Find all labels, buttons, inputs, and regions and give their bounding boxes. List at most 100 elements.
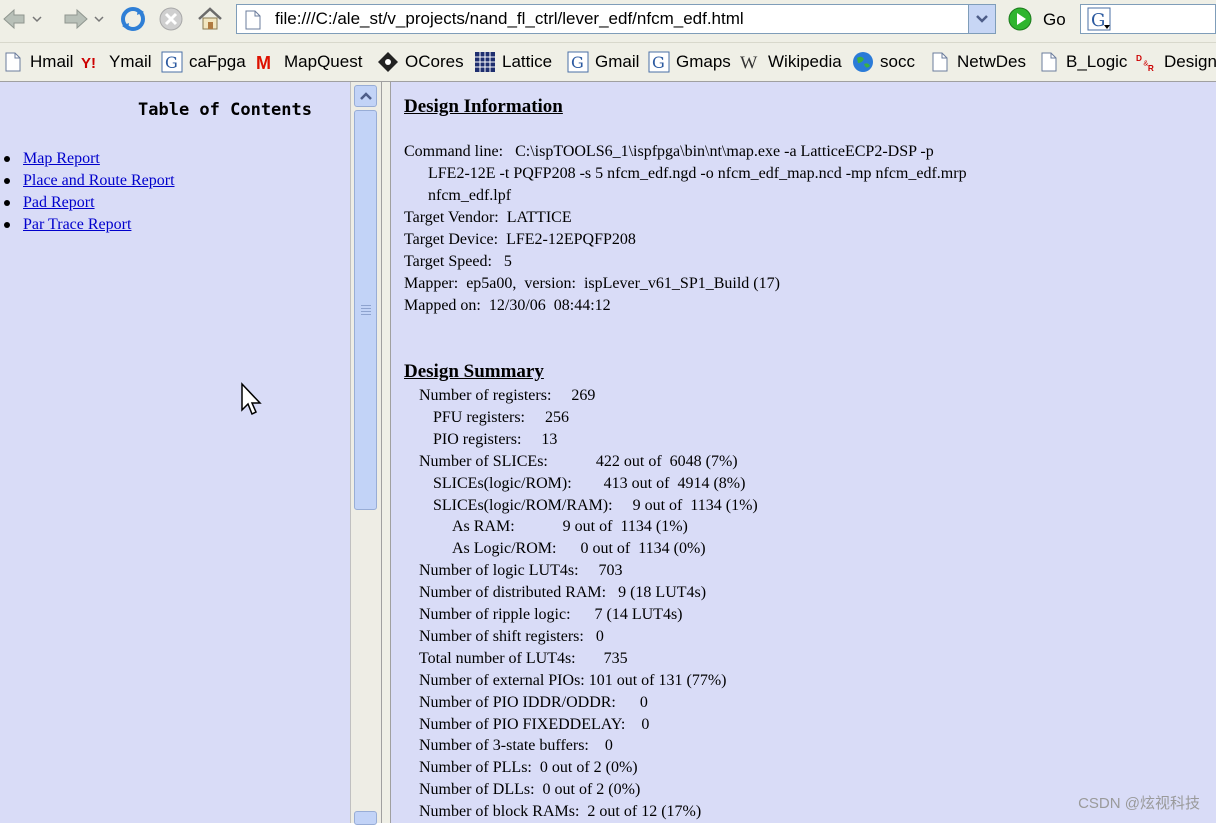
- bookmark-cafpga[interactable]: G caFpga: [161, 51, 246, 73]
- summary-row: Number of DLLs: 0 out of 2 (0%): [419, 781, 641, 799]
- google-search-icon[interactable]: G: [1087, 7, 1111, 31]
- chevron-down-icon: [976, 15, 988, 23]
- svg-text:D: D: [1136, 54, 1142, 63]
- google-icon: G: [161, 51, 183, 73]
- svg-text:Y!: Y!: [81, 55, 96, 70]
- summary-row: Number of logic LUT4s: 703: [419, 562, 623, 580]
- bookmark-gmail[interactable]: G Gmail: [567, 51, 639, 73]
- home-icon: [198, 7, 222, 30]
- command-line: Command line: C:\ispTOOLS6_1\ispfpga\bin…: [404, 143, 934, 160]
- svg-text:G: G: [571, 53, 584, 72]
- page-icon: [1038, 51, 1060, 73]
- target-vendor: Target Vendor: LATTICE: [404, 209, 572, 226]
- bullet-icon: [4, 222, 10, 228]
- report-frame: Design Information Command line: C:\ispT…: [391, 82, 1216, 823]
- reload-icon: [121, 7, 145, 31]
- bookmark-ocores[interactable]: OCores: [377, 51, 464, 73]
- reload-button[interactable]: [119, 5, 147, 33]
- watermark: CSDN @炫视科技: [1078, 795, 1200, 812]
- toc-item: Pad Report: [4, 192, 175, 214]
- bookmark-gmaps[interactable]: G Gmaps: [648, 51, 731, 73]
- summary-row: SLICEs(logic/ROM): 413 out of 4914 (8%): [433, 474, 746, 492]
- toc-link-par-trace-report[interactable]: Par Trace Report: [23, 216, 131, 234]
- page-icon: [2, 51, 24, 73]
- target-speed: Target Speed: 5: [404, 253, 512, 270]
- forward-button[interactable]: [58, 5, 108, 33]
- bookmark-netwdes[interactable]: NetwDes: [929, 51, 1026, 73]
- summary-row: Number of registers: 269: [419, 387, 596, 404]
- page-icon: [929, 51, 951, 73]
- bookmark-design[interactable]: D & R Design: [1136, 51, 1216, 73]
- summary-row: PFU registers: 256: [433, 408, 569, 426]
- svg-text:G: G: [165, 53, 178, 72]
- frame-splitter[interactable]: [381, 82, 391, 823]
- summary-row: As RAM: 9 out of 1134 (1%): [452, 518, 688, 536]
- toc-frame: Table of Contents Map Report Place and R…: [0, 82, 350, 823]
- bullet-icon: [4, 178, 10, 184]
- go-icon[interactable]: [1007, 6, 1033, 32]
- lattice-icon: [474, 51, 496, 73]
- summary-row: Number of ripple logic: 7 (14 LUT4s): [419, 606, 683, 623]
- svg-text:G: G: [1091, 10, 1105, 31]
- address-dropdown-button[interactable]: [968, 5, 995, 33]
- summary-row: Number of 3-state buffers: 0: [419, 737, 613, 755]
- summary-row: Total number of LUT4s: 735: [419, 649, 628, 667]
- forward-icon: [64, 8, 104, 30]
- svg-text:M: M: [256, 53, 271, 71]
- toc-link-map-report[interactable]: Map Report: [23, 150, 100, 168]
- command-line-cont: nfcm_edf.lpf: [428, 187, 512, 204]
- summary-row: Number of distributed RAM: 9 (18 LUT4s): [419, 584, 707, 602]
- summary-row: Number of PIO FIXEDDELAY: 0: [419, 715, 650, 733]
- browser-toolbar: file:///C:/ale_st/v_projects/nand_fl_ctr…: [0, 0, 1216, 43]
- search-box[interactable]: G: [1080, 4, 1216, 34]
- bookmark-hmail[interactable]: Hmail: [2, 51, 73, 73]
- summary-row: Number of PIO IDDR/ODDR: 0: [419, 693, 648, 711]
- toc-scrollbar[interactable]: [350, 82, 381, 825]
- summary-row: SLICEs(logic/ROM/RAM): 9 out of 1134 (1%…: [433, 496, 758, 514]
- stop-icon: [159, 7, 183, 31]
- toc-list: Map Report Place and Route Report Pad Re…: [4, 148, 175, 236]
- google-icon: G: [567, 51, 589, 73]
- bookmark-mapquest[interactable]: M MapQuest: [256, 51, 362, 73]
- dr-icon: D & R: [1136, 51, 1158, 73]
- toc-item: Place and Route Report: [4, 170, 175, 192]
- scroll-thumb[interactable]: [354, 110, 377, 510]
- toc-link-pad-report[interactable]: Pad Report: [23, 194, 95, 212]
- opencores-icon: [377, 51, 399, 73]
- google-icon: G: [648, 51, 670, 73]
- svg-text:W: W: [740, 52, 758, 72]
- chevron-up-icon: [359, 92, 372, 100]
- svg-text:R: R: [1148, 64, 1154, 73]
- summary-row: Number of SLICEs: 422 out of 6048 (7%): [419, 452, 738, 470]
- bookmark-ymail[interactable]: Y! Ymail: [81, 51, 152, 73]
- toc-item: Par Trace Report: [4, 214, 175, 236]
- summary-row: PIO registers: 13: [433, 430, 558, 448]
- mapped-on: Mapped on: 12/30/06 08:44:12: [404, 297, 611, 314]
- globe-icon: [852, 51, 874, 73]
- back-button[interactable]: [0, 5, 44, 33]
- wikipedia-icon: W: [740, 51, 762, 73]
- bookmarks-bar: Hmail Y! Ymail G caFpga M MapQuest OCore…: [0, 43, 1216, 82]
- bullet-icon: [4, 200, 10, 206]
- home-button[interactable]: [195, 5, 225, 33]
- design-information-heading: Design Information: [404, 96, 563, 117]
- summary-row: Number of PLLs: 0 out of 2 (0%): [419, 759, 638, 777]
- mapquest-icon: M: [256, 51, 278, 73]
- svg-text:G: G: [652, 53, 665, 72]
- bookmark-wikipedia[interactable]: W Wikipedia: [740, 51, 842, 73]
- address-bar[interactable]: file:///C:/ale_st/v_projects/nand_fl_ctr…: [236, 4, 996, 34]
- scroll-grip: [361, 305, 371, 317]
- bookmark-socc[interactable]: socc: [852, 51, 915, 73]
- bookmark-lattice[interactable]: Lattice: [474, 51, 552, 73]
- stop-button[interactable]: [157, 5, 185, 33]
- summary-row: As Logic/ROM: 0 out of 1134 (0%): [452, 540, 706, 558]
- command-line-cont: LFE2-12E -t PQFP208 -s 5 nfcm_edf.ngd -o…: [428, 165, 967, 182]
- scroll-up-button[interactable]: [354, 85, 377, 107]
- summary-row: Number of shift registers: 0: [419, 627, 604, 645]
- toc-link-place-and-route-report[interactable]: Place and Route Report: [23, 172, 175, 190]
- page-icon: [245, 10, 261, 30]
- bookmark-b-logic[interactable]: B_Logic: [1038, 51, 1127, 73]
- summary-row: Number of block RAMs: 2 out of 12 (17%): [419, 803, 702, 821]
- go-button-label[interactable]: Go: [1043, 10, 1066, 30]
- back-icon: [3, 8, 42, 30]
